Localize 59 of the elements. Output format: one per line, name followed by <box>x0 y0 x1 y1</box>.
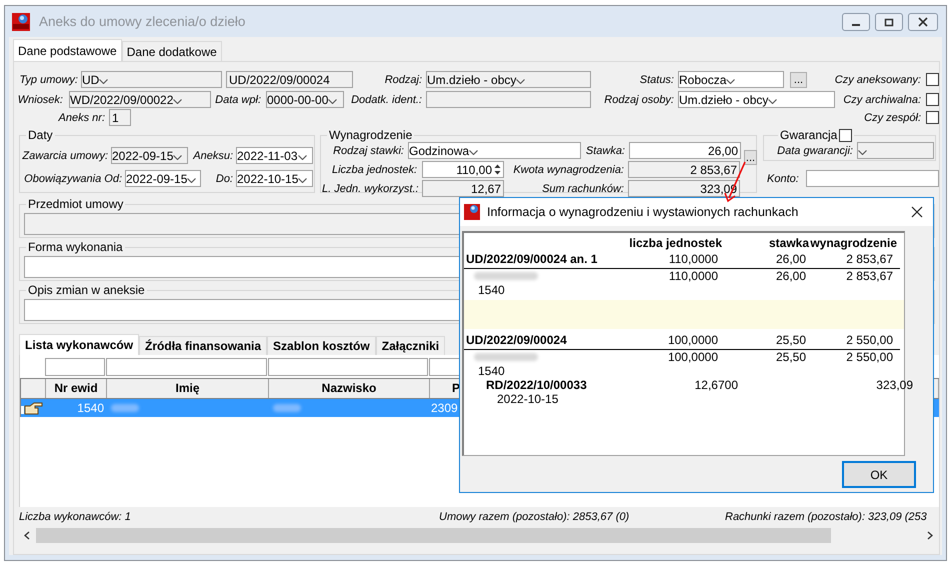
table-cell-text: 1540 <box>76 401 105 415</box>
field-label: Rodzaj stawki: <box>332 144 404 156</box>
field-label: Aneksu: <box>192 150 233 162</box>
field-label: Konto: <box>767 172 800 184</box>
column-header: wynagrodzenie <box>810 236 897 250</box>
status-text: Rachunki razem (pozostało): 323,09 (253 <box>725 511 927 523</box>
field-label: Data gwarancji: <box>776 144 853 156</box>
field-label: Status: <box>638 74 674 86</box>
status-text: Liczba wykonawców: 1 <box>19 511 132 523</box>
field-label: Aneks nr: <box>57 112 105 124</box>
field-label: Rodzaj: <box>384 74 422 86</box>
group-title: Opis zmian w aneksie <box>27 284 146 297</box>
contract-number: UD/2022/09/00024 an. 1 <box>465 252 598 266</box>
contract-number: UD/2022/09/00024 <box>465 333 568 347</box>
report-value: 25,50 <box>774 333 806 347</box>
invoice-number: RD/2022/10/00033 <box>485 378 588 392</box>
field-label: Sum rachunków: <box>541 182 624 194</box>
group-title: Forma wykonania <box>27 241 124 254</box>
field-label: Czy zespół: <box>863 112 921 124</box>
report-value: 2 550,00 <box>845 333 893 347</box>
dialog-title: Informacja o wynagrodzeniu i wystawionych rachunkach <box>487 205 798 219</box>
field-label: Obowiązywania Od: <box>23 172 122 184</box>
report-value: 2 853,67 <box>845 252 893 266</box>
person-number: 1540 <box>477 283 506 297</box>
field-label: Czy archiwalna: <box>842 94 921 106</box>
window-title: Aneks do umowy zlecenia/o dzieło <box>39 14 246 29</box>
field-label: Kwota wynagrodzenia: <box>512 164 624 176</box>
column-header: stawka <box>768 236 809 250</box>
report-value: 323,09 <box>875 378 913 392</box>
field-label: Stawka: <box>584 144 625 156</box>
report-value: 110,0000 <box>668 252 718 266</box>
invoice-date: 2022-10-15 <box>496 392 560 406</box>
group-title: Daty <box>27 129 54 142</box>
group-title: Wynagrodzenie <box>328 129 414 142</box>
table-cell: 2309 <box>430 401 458 415</box>
field-label: L. Jedn. wykorzyst.: <box>322 182 417 194</box>
person-number: 1540 <box>477 364 506 378</box>
group-title: Przedmiot umowy <box>27 198 124 211</box>
field-label: Do: <box>214 172 233 184</box>
field-label: Data wpł: <box>214 94 261 106</box>
field-label: Rodzaj osoby: <box>603 94 674 106</box>
status-text: Umowy razem (pozostało): 2853,67 (0) <box>439 511 630 523</box>
field-label: Typ umowy: <box>18 74 78 86</box>
report-value: 2 853,67 <box>845 269 893 283</box>
column-header: liczba jednostek <box>628 236 722 250</box>
report-value: 25,50 <box>774 350 806 364</box>
report-value: 12,6700 <box>694 378 738 392</box>
field-label: Czy aneksowany: <box>834 74 921 86</box>
group-title: Gwarancja <box>780 129 838 142</box>
report-value: 2 550,00 <box>845 350 893 364</box>
report-value: 26,00 <box>774 252 806 266</box>
report-value: 110,0000 <box>668 269 718 283</box>
field-label: Zawarcia umowy: <box>22 150 108 162</box>
report-value: 100,0000 <box>666 350 718 364</box>
field-label: Wniosek: <box>16 94 63 106</box>
report-value: 26,00 <box>774 269 806 283</box>
report-value: 100,0000 <box>666 333 718 347</box>
field-label: Liczba jednostek: <box>331 164 417 176</box>
field-label: Dodatk. ident.: <box>350 94 422 106</box>
